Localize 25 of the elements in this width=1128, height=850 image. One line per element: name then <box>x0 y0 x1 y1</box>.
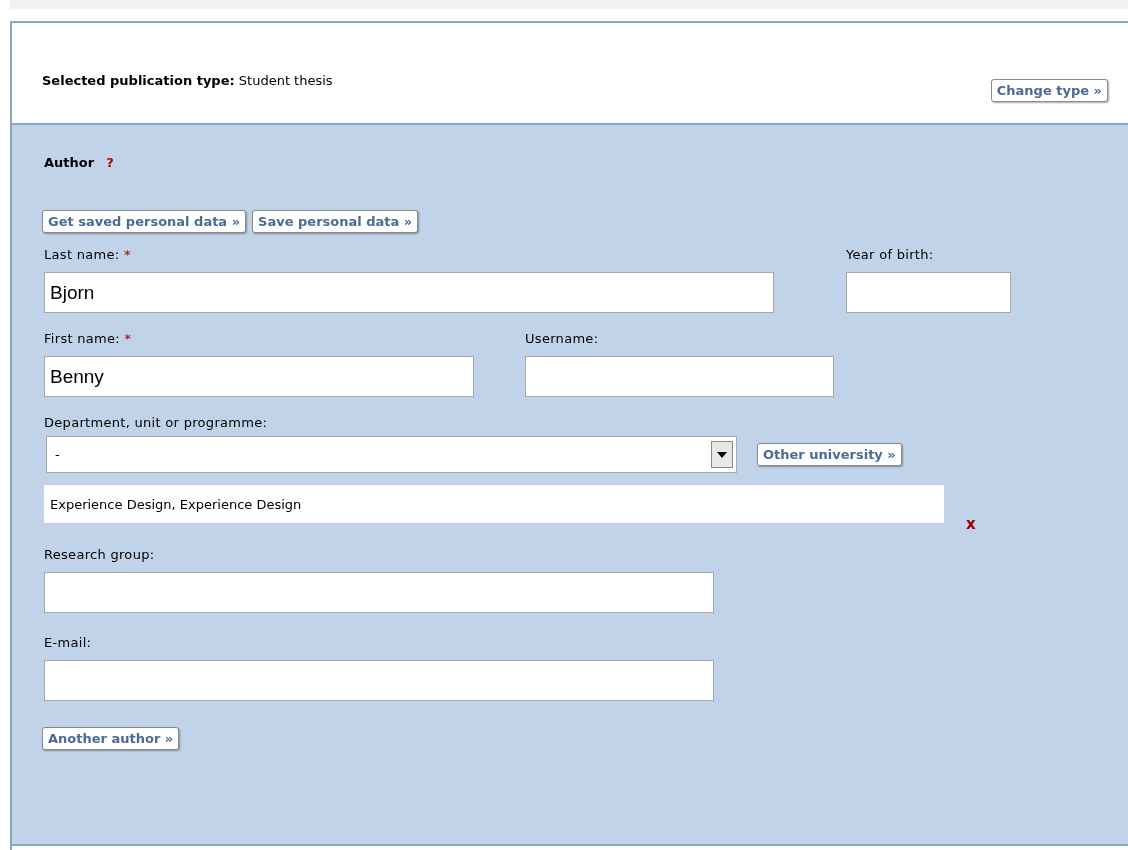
field-label: First name: * <box>44 331 133 346</box>
year-of-birth-field[interactable] <box>846 272 1011 313</box>
selected-department: Experience Design, Experience Design <box>44 485 944 523</box>
personal-data-button[interactable]: Save personal data » <box>252 210 419 233</box>
field-label: Year of birth: <box>846 247 935 262</box>
remove-link[interactable]: x <box>966 515 976 533</box>
field-label: E-mail: <box>44 635 93 650</box>
field-label: Research group: <box>44 547 156 562</box>
username-field[interactable] <box>525 356 834 397</box>
email-field[interactable] <box>44 660 714 701</box>
department-select[interactable]: - <box>46 436 737 473</box>
first-name-field[interactable]: Benny <box>44 356 474 397</box>
field-label: Department, unit or programme: <box>44 415 269 430</box>
field-label: Last name: * <box>44 247 132 262</box>
section-title: Author <box>44 155 95 170</box>
personal-data-button[interactable]: Get saved personal data » <box>42 210 247 233</box>
another-author-button[interactable]: Another author » <box>42 727 180 750</box>
field-label: Username: <box>525 331 600 346</box>
caret-icon <box>711 441 733 468</box>
help-link[interactable]: ? <box>106 155 114 170</box>
change-type-button[interactable]: Change type » <box>990 79 1108 102</box>
other-university-button[interactable]: Other university » <box>757 443 902 466</box>
last-name-field[interactable]: Bjorn <box>44 272 774 313</box>
publication-type-text: Selected publication type: Student thesis <box>42 73 333 90</box>
research-group-field[interactable] <box>44 572 714 613</box>
